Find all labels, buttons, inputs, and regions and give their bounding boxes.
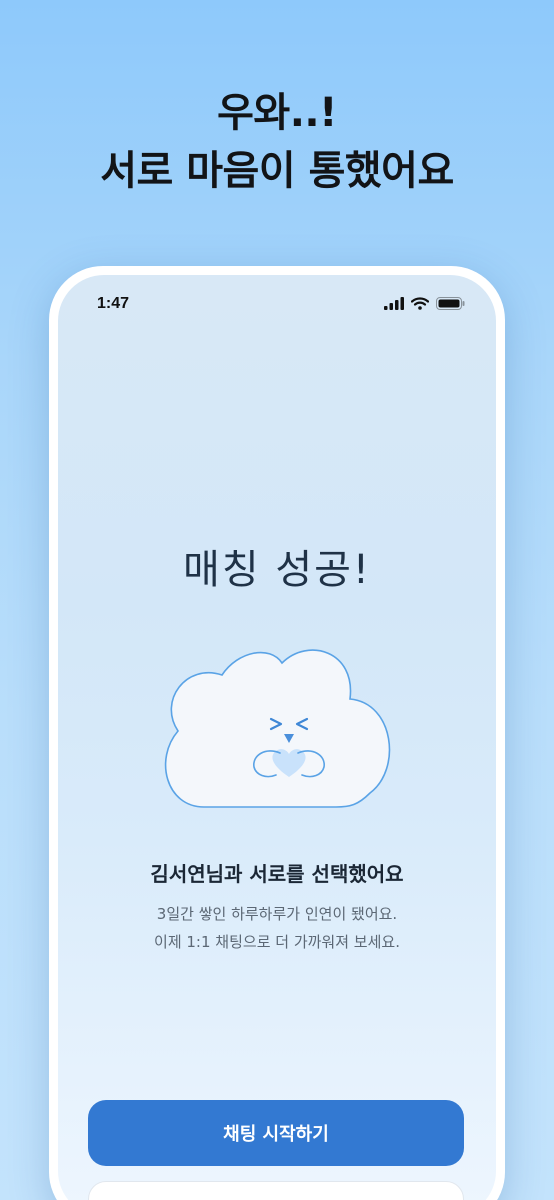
secondary-button[interactable] — [88, 1181, 464, 1200]
description-line-2: 이제 1:1 채팅으로 더 가까워져 보세요. — [154, 933, 400, 951]
phone-screen: 1:47 매칭 성공! 김서연님과 서로를 선택했어요 3일간 쌓인 하루하루가… — [58, 275, 496, 1200]
description-line-1: 3일간 쌓인 하루하루가 인연이 됐어요. — [156, 905, 398, 923]
phone-mockup: 1:47 매칭 성공! 김서연님과 서로를 선택했어요 3일간 쌓인 하루하루가… — [49, 266, 505, 1200]
status-bar: 1:47 — [58, 293, 496, 317]
signal-icon — [384, 297, 404, 310]
headline-line-2: 서로 마음이 통했어요 — [100, 148, 454, 194]
headline-line-1: 우와..! — [217, 90, 337, 136]
match-heading: 김서연님과 서로를 선택했어요 — [150, 862, 404, 886]
start-chat-button[interactable]: 채팅 시작하기 — [88, 1100, 464, 1166]
headline: 우와..! 서로 마음이 통했어요 — [0, 84, 554, 200]
match-description: 3일간 쌓인 하루하루가 인연이 됐어요. 이제 1:1 채팅으로 더 가까워져… — [58, 900, 496, 956]
cloud-mascot-illustration — [156, 639, 396, 819]
status-time: 1:47 — [97, 295, 130, 312]
battery-icon — [436, 297, 465, 310]
status-icons — [384, 297, 465, 310]
match-success-title: 매칭 성공! — [183, 547, 371, 593]
wifi-icon — [411, 297, 429, 310]
cloud-body — [164, 649, 391, 808]
